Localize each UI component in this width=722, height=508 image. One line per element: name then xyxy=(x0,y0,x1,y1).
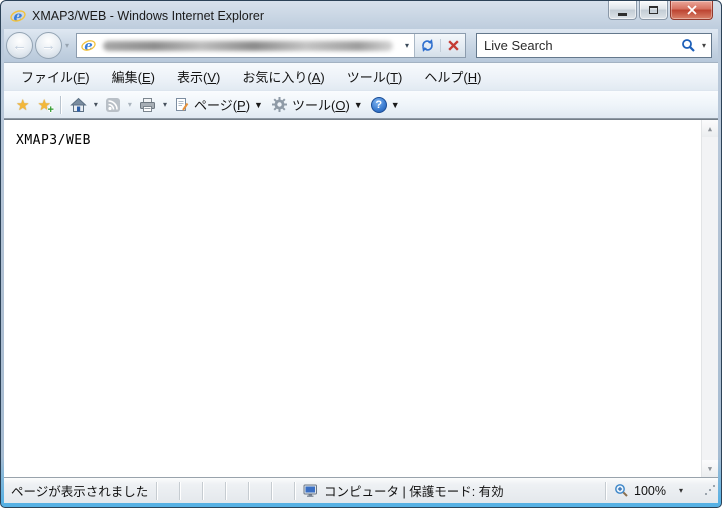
status-bar: ページが表示されました コンピュータ | 保護モード: 有効 100% ▾ xyxy=(4,477,718,503)
scroll-up-icon: ▲ xyxy=(707,124,713,133)
stop-icon xyxy=(447,40,459,51)
favorites-center-button[interactable]: ★ xyxy=(12,93,33,117)
rss-icon xyxy=(105,97,120,112)
zoom-dropdown-caret: ▾ xyxy=(678,486,683,495)
forward-icon: → xyxy=(41,37,56,54)
resize-grip[interactable] xyxy=(704,478,718,503)
home-button[interactable] xyxy=(66,93,91,117)
toolbar-separator xyxy=(59,95,61,114)
status-empty-cell xyxy=(203,478,225,503)
tools-menu-button[interactable]: ツール(O) ▼ xyxy=(267,93,367,117)
maximize-button[interactable] xyxy=(639,1,668,20)
plus-icon: + xyxy=(47,103,54,116)
minimize-icon xyxy=(618,12,627,16)
maximize-icon xyxy=(649,6,658,14)
menu-view[interactable]: 表示(V) xyxy=(166,63,231,90)
help-icon: ? xyxy=(370,96,387,113)
home-dropdown[interactable]: ▾ xyxy=(94,100,98,109)
scroll-up-button[interactable]: ▲ xyxy=(702,120,718,137)
page-body-text: XMAP3/WEB xyxy=(16,133,91,148)
zoom-icon xyxy=(615,484,628,497)
back-button[interactable]: ← xyxy=(6,32,33,59)
security-zone: コンピュータ | 保護モード: 有効 xyxy=(295,478,605,503)
browser-window: e XMAP3/WEB - Windows Internet Explorer … xyxy=(0,0,722,508)
back-icon: ← xyxy=(12,37,27,54)
home-icon xyxy=(70,97,87,112)
favorites-star-icon: ★ xyxy=(16,96,30,114)
zoom-control[interactable]: 100% ▾ xyxy=(606,478,704,503)
address-commands xyxy=(414,34,466,57)
address-bar[interactable]: e ▾ xyxy=(76,33,467,58)
tools-menu-caret: ▼ xyxy=(353,99,363,110)
status-empty-cell xyxy=(180,478,202,503)
menu-favorites[interactable]: お気に入り(A) xyxy=(231,63,335,90)
page-menu-caret: ▼ xyxy=(254,99,263,110)
feeds-dropdown[interactable]: ▾ xyxy=(128,100,132,109)
feeds-button[interactable] xyxy=(101,93,125,117)
status-empty-cell xyxy=(249,478,271,503)
menu-tools[interactable]: ツール(T) xyxy=(336,63,414,90)
status-message: ページが表示されました xyxy=(11,485,149,499)
stop-button[interactable] xyxy=(440,39,465,52)
page-favicon-icon: e xyxy=(81,38,96,53)
window-controls xyxy=(608,1,713,20)
print-dropdown[interactable]: ▾ xyxy=(163,100,167,109)
minimize-button[interactable] xyxy=(608,1,637,20)
address-url-obscured xyxy=(103,40,393,51)
command-bar: ★ ★ + ▾ ▾ ▾ ページ(P) ▼ ツール(O) ▼ ? ▼ xyxy=(4,91,718,119)
forward-button[interactable]: → xyxy=(35,32,62,59)
search-icon[interactable] xyxy=(681,38,696,53)
recent-pages-dropdown[interactable]: ▾ xyxy=(64,41,73,50)
status-empty-cell xyxy=(157,478,179,503)
zoom-level: 100% xyxy=(634,483,666,498)
add-favorite-star-icon: ★ + xyxy=(37,96,54,116)
window-title: XMAP3/WEB - Windows Internet Explorer xyxy=(32,9,265,23)
add-favorite-button[interactable]: ★ + xyxy=(33,93,54,117)
printer-icon xyxy=(139,97,155,112)
refresh-icon xyxy=(422,39,433,52)
ie-logo-icon: e xyxy=(10,8,26,24)
computer-icon xyxy=(303,484,317,497)
search-input[interactable] xyxy=(484,38,681,53)
menu-help[interactable]: ヘルプ(H) xyxy=(413,63,492,90)
close-icon xyxy=(686,5,697,15)
page-icon xyxy=(175,97,189,111)
help-menu-button[interactable]: ? ▼ xyxy=(367,93,404,117)
refresh-button[interactable] xyxy=(415,38,440,53)
search-options-dropdown[interactable]: ▾ xyxy=(702,41,706,50)
page-menu-label: ページ(P) xyxy=(193,98,251,113)
gear-icon xyxy=(271,97,287,112)
search-box: ▾ xyxy=(476,33,713,58)
vertical-scrollbar[interactable]: ▲ ▼ xyxy=(701,120,718,477)
menu-edit[interactable]: 編集(E) xyxy=(101,63,166,90)
page-menu-button[interactable]: ページ(P) ▼ xyxy=(170,93,267,117)
status-empty-cell xyxy=(226,478,248,503)
tools-menu-label: ツール(O) xyxy=(291,98,350,113)
menu-bar: ファイル(F) 編集(E) 表示(V) お気に入り(A) ツール(T) ヘルプ(… xyxy=(4,63,718,91)
page-content: XMAP3/WEB ▲ ▼ xyxy=(4,119,718,477)
help-menu-caret: ▼ xyxy=(390,99,400,110)
scroll-down-button[interactable]: ▼ xyxy=(702,460,718,477)
scroll-down-icon: ▼ xyxy=(707,464,713,473)
menu-file[interactable]: ファイル(F) xyxy=(10,63,101,90)
print-button[interactable] xyxy=(135,93,160,117)
navigation-bar: ← → ▾ e ▾ Live Search ▾ xyxy=(4,29,718,63)
status-empty-cell xyxy=(272,478,294,503)
close-button[interactable] xyxy=(670,1,713,20)
zone-text: コンピュータ | 保護モード: 有効 xyxy=(324,485,504,499)
address-dropdown[interactable]: ▾ xyxy=(400,41,414,50)
